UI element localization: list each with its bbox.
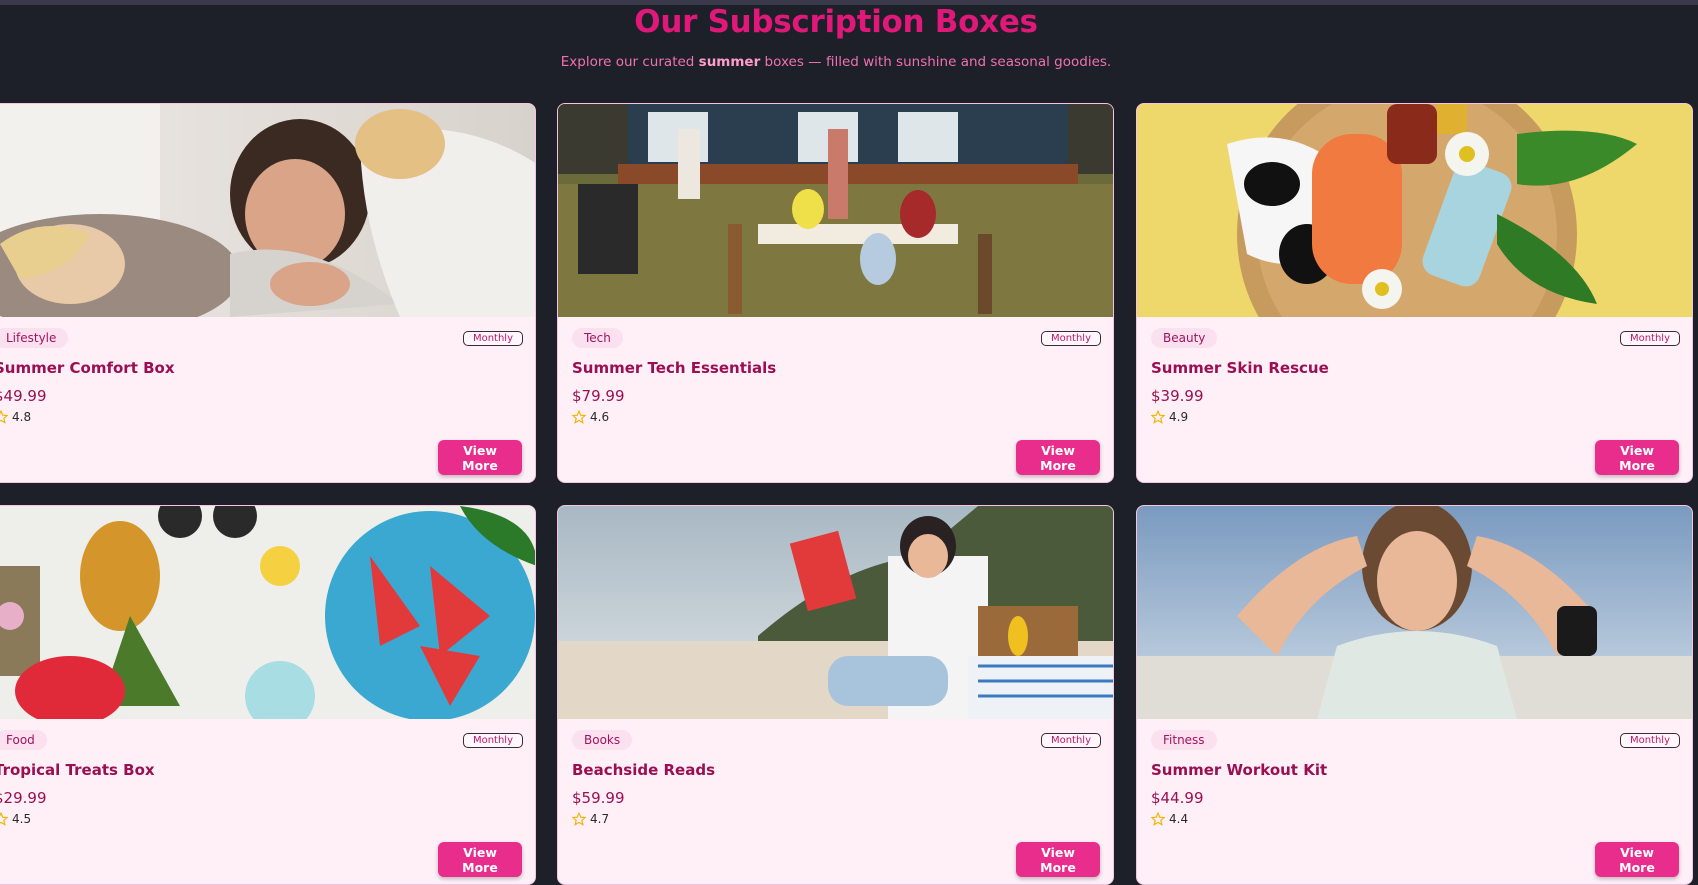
product-rating: 4.5 (0, 812, 31, 826)
product-card[interactable]: Beauty Monthly Summer Skin Rescue $39.99… (1136, 103, 1693, 483)
category-badge: Fitness (1151, 730, 1217, 750)
product-rating: 4.4 (1151, 812, 1188, 826)
view-more-button[interactable]: View More (1595, 440, 1679, 475)
frequency-badge: Monthly (462, 331, 523, 346)
category-badge: Food (0, 730, 47, 750)
product-price: $44.99 (1151, 789, 1204, 807)
frequency-badge: Monthly (1619, 733, 1680, 748)
frequency-badge: Monthly (1040, 733, 1101, 748)
category-badge: Tech (572, 328, 623, 348)
product-rating: 4.7 (572, 812, 609, 826)
product-image-workout[interactable] (1137, 506, 1692, 719)
product-name[interactable]: Summer Comfort Box (0, 359, 175, 377)
star-icon (1151, 410, 1165, 424)
star-icon (1151, 812, 1165, 826)
product-image-beauty-flatlay[interactable] (1137, 104, 1692, 317)
product-rating: 4.6 (572, 410, 609, 424)
product-price: $49.99 (0, 387, 47, 405)
rating-value: 4.7 (590, 812, 610, 826)
view-more-button[interactable]: View More (1016, 440, 1100, 475)
product-image-tropical-treats[interactable] (0, 506, 535, 719)
page-title: Our Subscription Boxes (634, 4, 1038, 40)
subtitle-highlight: summer (698, 54, 761, 70)
category-badge: Beauty (1151, 328, 1218, 348)
product-rating: 4.8 (0, 410, 31, 424)
product-card[interactable]: Books Monthly Beachside Reads $59.99 4.7… (557, 505, 1114, 885)
product-image-family-hug[interactable] (0, 104, 535, 317)
star-icon (572, 410, 586, 424)
product-price: $39.99 (1151, 387, 1204, 405)
product-image-backyard-dinner[interactable] (558, 104, 1113, 317)
rating-value: 4.8 (12, 410, 32, 424)
rating-value: 4.4 (1169, 812, 1189, 826)
view-more-button[interactable]: View More (438, 440, 522, 475)
subtitle-text-start: Explore our curated (560, 54, 699, 70)
product-card[interactable]: Lifestyle Monthly Summer Comfort Box $49… (0, 103, 536, 483)
product-card[interactable]: Tech Monthly Summer Tech Essentials $79.… (557, 103, 1114, 483)
star-icon (0, 812, 8, 826)
frequency-badge: Monthly (1619, 331, 1680, 346)
product-name[interactable]: Summer Workout Kit (1151, 761, 1327, 779)
product-name[interactable]: Beachside Reads (572, 761, 715, 779)
page-subtitle: Explore our curated summer boxes — fille… (0, 54, 1672, 70)
product-price: $79.99 (572, 387, 625, 405)
product-name[interactable]: Tropical Treats Box (0, 761, 155, 779)
frequency-badge: Monthly (1040, 331, 1101, 346)
category-badge: Books (572, 730, 633, 750)
product-price: $59.99 (572, 789, 625, 807)
rating-value: 4.5 (12, 812, 32, 826)
star-icon (572, 812, 586, 826)
rating-value: 4.6 (590, 410, 610, 424)
subtitle-text-end: boxes — filled with sunshine and seasona… (760, 54, 1112, 70)
product-image-beach-reading[interactable] (558, 506, 1113, 719)
product-rating: 4.9 (1151, 410, 1188, 424)
rating-value: 4.9 (1169, 410, 1189, 424)
product-price: $29.99 (0, 789, 47, 807)
product-card[interactable]: Food Monthly Tropical Treats Box $29.99 … (0, 505, 536, 885)
star-icon (0, 410, 8, 424)
product-name[interactable]: Summer Skin Rescue (1151, 359, 1329, 377)
category-badge: Lifestyle (0, 328, 69, 348)
product-card[interactable]: Fitness Monthly Summer Workout Kit $44.9… (1136, 505, 1693, 885)
page-header: Our Subscription Boxes Explore our curat… (0, 0, 1672, 70)
product-name[interactable]: Summer Tech Essentials (572, 359, 776, 377)
frequency-badge: Monthly (462, 733, 523, 748)
